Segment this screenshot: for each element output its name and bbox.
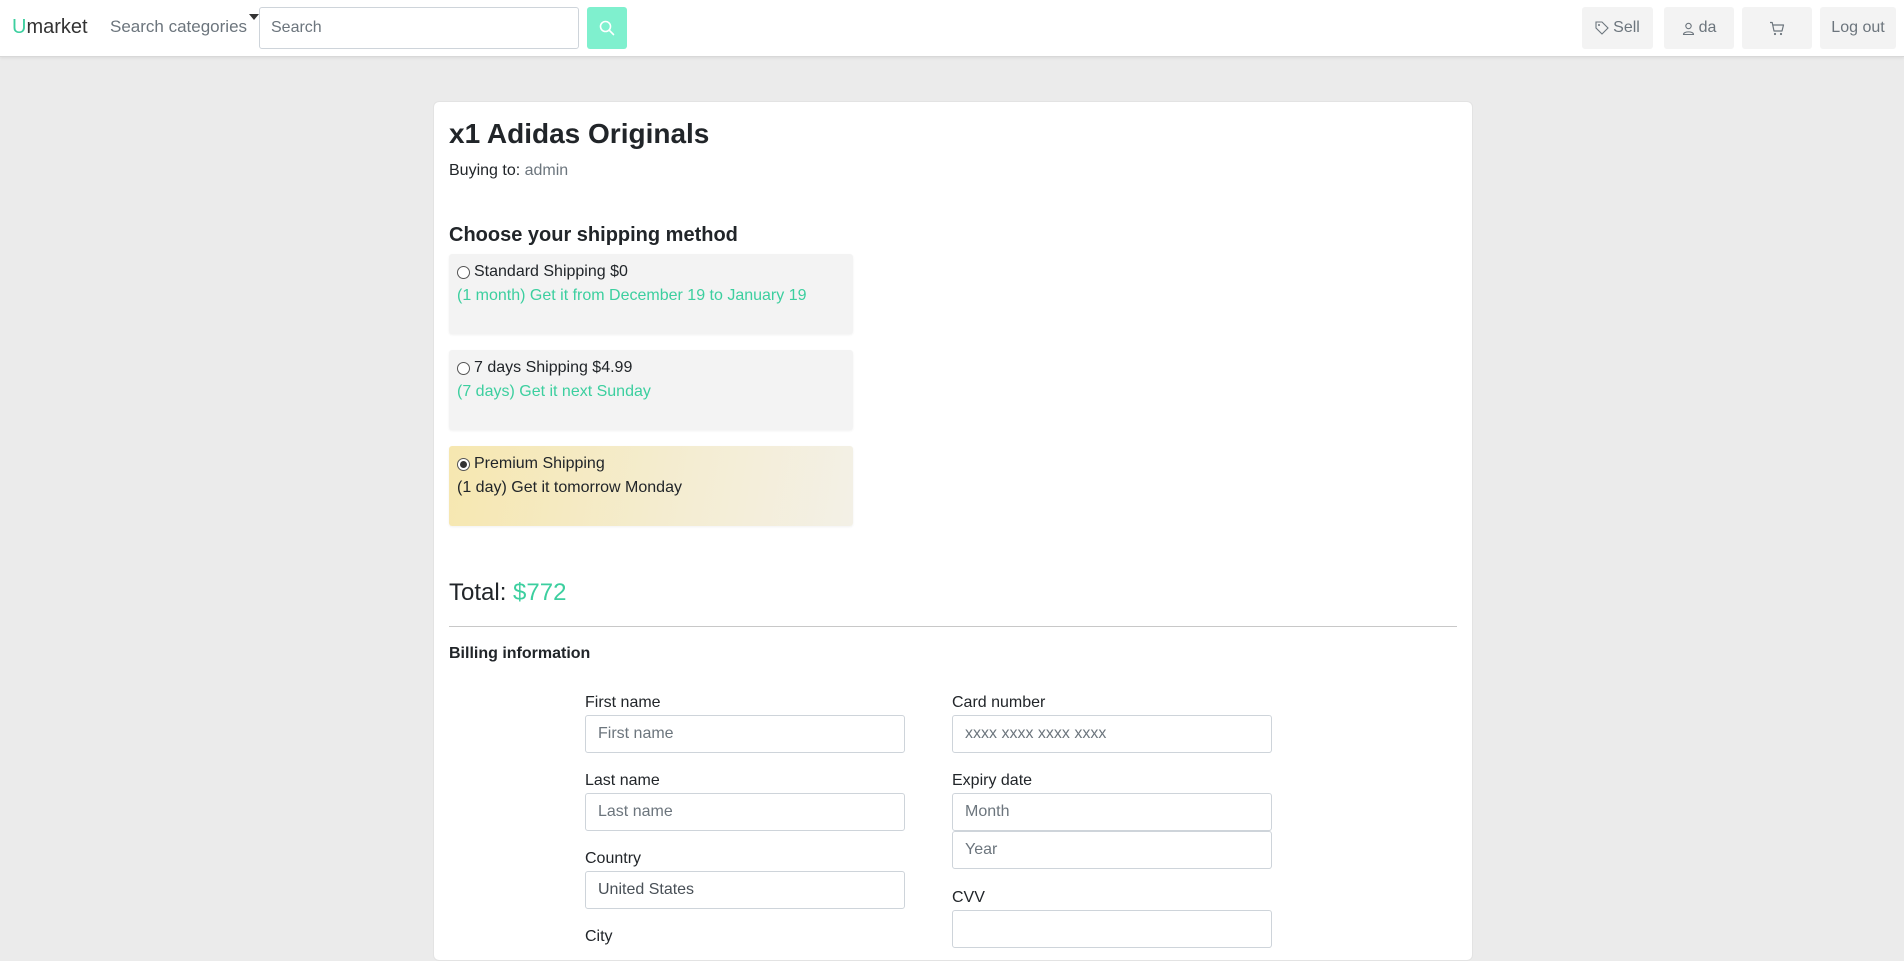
card-number-field[interactable] (952, 715, 1272, 753)
first-name-label: First name (585, 694, 661, 711)
sell-button[interactable]: Sell (1582, 7, 1653, 49)
brand-logo[interactable]: Umarket (12, 16, 88, 39)
top-navbar: Umarket Search categories Sell da Lo (0, 0, 1904, 57)
order-total: Total: $772 (449, 579, 566, 607)
shipping-option-detail: (1 month) Get it from December 19 to Jan… (457, 287, 807, 304)
logout-button[interactable]: Log out (1820, 7, 1896, 49)
sell-button-label: Sell (1613, 19, 1640, 36)
search-input[interactable] (259, 7, 579, 49)
country-field[interactable] (585, 871, 905, 909)
total-label: Total: (449, 579, 507, 606)
expiry-date-label: Expiry date (952, 772, 1033, 789)
shipping-option-name: 7 days Shipping $4.99 (474, 359, 633, 376)
shipping-heading: Choose your shipping method (449, 224, 738, 246)
last-name-field[interactable] (585, 793, 905, 831)
brand-logo-text: market (26, 16, 88, 38)
shipping-option-detail: (1 day) Get it tomorrow Monday (457, 479, 682, 496)
city-label: City (585, 928, 613, 945)
cvv-label: CVV (952, 889, 985, 906)
user-profile-button[interactable]: da (1664, 7, 1734, 49)
brand-logo-initial: U (12, 16, 27, 38)
expiry-month-field[interactable] (952, 793, 1272, 831)
seller-username[interactable]: admin (525, 162, 569, 179)
divider (449, 626, 1457, 627)
shipping-option-premium[interactable]: Premium Shipping (1 day) Get it tomorrow… (449, 446, 853, 526)
cvv-field[interactable] (952, 910, 1272, 948)
shipping-option-name: Premium Shipping (474, 455, 605, 472)
country-label: Country (585, 850, 642, 867)
last-name-label: Last name (585, 772, 660, 789)
tag-icon (1595, 21, 1609, 35)
user-profile-label: da (1698, 19, 1717, 36)
shipping-option-name: Standard Shipping $0 (474, 263, 628, 280)
cart-icon (1770, 21, 1785, 35)
logout-label: Log out (1831, 19, 1885, 36)
buying-to-label: Buying to: (449, 162, 521, 179)
search-categories-dropdown[interactable]: Search categories (110, 14, 260, 37)
billing-heading: Billing information (449, 645, 591, 662)
card-number-label: Card number (952, 694, 1046, 711)
cart-button[interactable] (1742, 7, 1812, 49)
radio-button[interactable] (457, 265, 470, 279)
first-name-field[interactable] (585, 715, 905, 753)
user-icon (1682, 22, 1694, 35)
total-amount: $772 (513, 579, 567, 606)
radio-button-checked[interactable] (457, 457, 470, 471)
buying-to-line: Buying to: admin (449, 162, 568, 180)
product-title: x1 Adidas Originals (449, 118, 710, 149)
expiry-year-field[interactable] (952, 831, 1272, 869)
checkout-card: x1 Adidas Originals Buying to: admin Cho… (433, 101, 1473, 961)
radio-button[interactable] (457, 361, 470, 375)
search-categories-label: Search categories (110, 17, 248, 36)
search-button[interactable] (587, 7, 627, 49)
caret-down-icon (249, 14, 260, 20)
shipping-option-standard[interactable]: Standard Shipping $0 (1 month) Get it fr… (449, 254, 853, 334)
shipping-option-detail: (7 days) Get it next Sunday (457, 383, 651, 400)
shipping-option-7days[interactable]: 7 days Shipping $4.99 (7 days) Get it ne… (449, 350, 853, 430)
search-icon (599, 20, 615, 36)
